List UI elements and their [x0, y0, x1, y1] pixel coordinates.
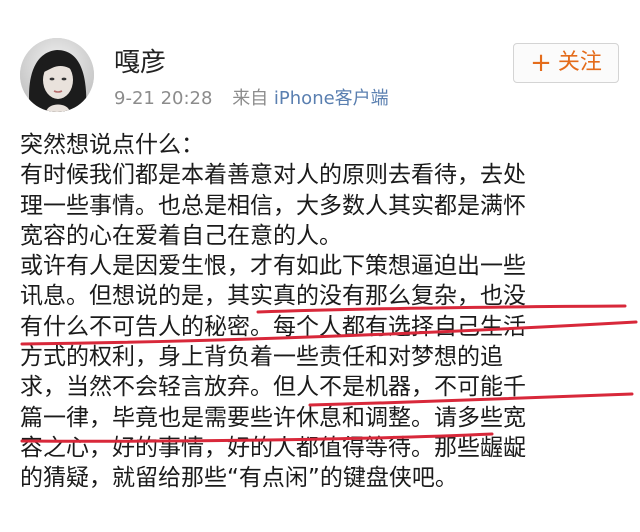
- body-line: 篇一律，毕竟也是需要些许休息和调整。请多些宽: [20, 404, 526, 431]
- weibo-post: 嘎彦 9-21 20:28 来自 iPhone客户端 + 关注 突然想说点什么： …: [0, 0, 640, 532]
- source-prefix: 来自: [232, 88, 269, 109]
- plus-icon: +: [530, 48, 552, 78]
- body-line: 或许有人是因爱生恨，才有如此下策想逼迫出一些: [20, 253, 526, 280]
- body-line: 方式的权利，身上背负着一些责任和对梦想的追: [20, 344, 503, 371]
- follow-button[interactable]: + 关注: [513, 43, 619, 83]
- author-name[interactable]: 嘎彦: [114, 48, 166, 78]
- post-time: 9-21 20:28: [114, 88, 213, 109]
- body-line: 有什么不可告人的秘密。每个人都有选择自己生活: [20, 313, 526, 340]
- post-meta: 9-21 20:28 来自 iPhone客户端: [114, 88, 389, 110]
- body-line: 求，当然不会轻言放弃。但人不是机器，不可能千: [20, 374, 526, 401]
- avatar-photo-icon: [20, 38, 94, 112]
- body-line: 突然想说点什么：: [20, 132, 204, 158]
- avatar[interactable]: [20, 38, 94, 112]
- body-line: 理一些事情。也总是相信，大多数人其实都是满怀: [20, 192, 526, 219]
- body-line: 宽容的心在爱着自己在意的人。: [20, 222, 342, 249]
- body-line: 有时候我们都是本着善意对人的原则去看待，去处: [20, 162, 526, 189]
- post-body: 突然想说点什么： 有时候我们都是本着善意对人的原则去看待，去处 理一些事情。也总…: [20, 130, 630, 494]
- source-app-link[interactable]: iPhone客户端: [274, 88, 389, 109]
- body-line: 讯息。但想说的是，其实真的没有那么复杂，也没: [20, 283, 526, 310]
- follow-label: 关注: [557, 50, 602, 75]
- body-line: 的猜疑，就留给那些“有点闲”的键盘侠吧。: [20, 465, 458, 492]
- body-line: 容之心，好的事情，好的人都值得等待。那些龌龊: [20, 434, 526, 461]
